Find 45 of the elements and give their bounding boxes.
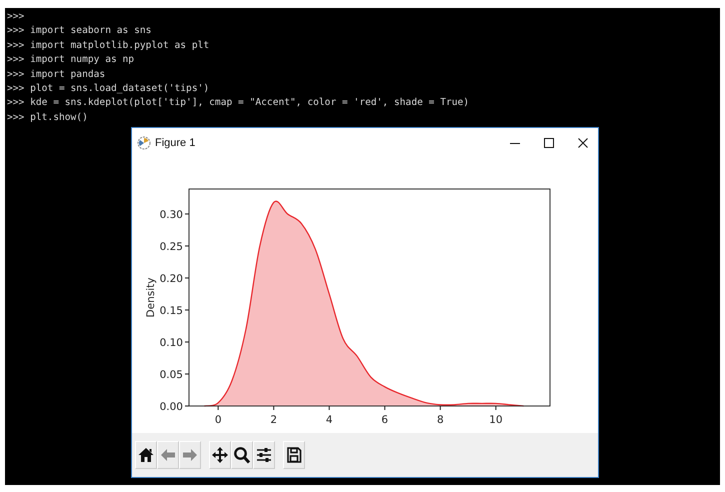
x-tick <box>495 406 496 410</box>
y-tick-label: 0.00 <box>160 401 183 413</box>
code-line: >>> import seaborn as sns <box>7 24 152 38</box>
save-button[interactable] <box>283 441 305 469</box>
x-tick-label: 8 <box>436 414 444 426</box>
zoom-icon <box>233 446 251 464</box>
forward-icon <box>181 446 199 464</box>
x-tick <box>328 406 330 410</box>
y-tick <box>184 277 190 278</box>
settings-icon <box>255 446 273 464</box>
y-tick <box>184 309 190 310</box>
y-tick-label: 0.20 <box>160 272 183 285</box>
code-line: >>> <box>7 10 26 24</box>
y-tick-label: 0.25 <box>160 240 183 253</box>
y-axis-label: Density <box>145 278 157 318</box>
home-button[interactable] <box>135 441 157 469</box>
app-icon <box>137 136 151 150</box>
y-tick-label: 0.15 <box>160 304 183 317</box>
pan-icon <box>211 446 229 464</box>
window-title: Figure 1 <box>155 136 196 148</box>
code-line: >>> import numpy as np <box>7 53 136 68</box>
x-tick-label: 10 <box>489 414 503 426</box>
x-tick <box>273 406 274 410</box>
code-line: >>> import matplotlib.pyplot as plt <box>7 38 210 53</box>
x-tick-label: 4 <box>326 414 333 426</box>
code-line: >>> kde = sns.kdeplot(plot['tip'], cmap = "Accent", color = 'red', shade = True) <box>7 96 470 110</box>
y-tick-label: 0.05 <box>160 369 183 381</box>
home-icon <box>137 446 155 464</box>
x-tick-label: 0 <box>214 414 222 426</box>
y-tick-label: 0.30 <box>160 208 183 221</box>
code-line: >>> plt.show() <box>7 110 89 125</box>
zoom-button[interactable] <box>231 441 253 469</box>
y-tick <box>184 245 190 246</box>
code-line: >>> plot = sns.load_dataset('tips') <box>7 82 210 96</box>
pan-button[interactable] <box>209 441 231 469</box>
configure-button[interactable] <box>253 441 275 469</box>
x-tick-label: 2 <box>270 414 278 426</box>
y-tick-label: 0.10 <box>160 337 183 349</box>
y-tick <box>184 213 190 214</box>
x-tick <box>384 406 386 410</box>
x-tick-label: 6 <box>381 414 388 426</box>
save-icon <box>285 446 303 464</box>
x-tick <box>440 406 441 410</box>
code-line: >>> import pandas <box>7 68 106 82</box>
x-tick <box>218 406 219 410</box>
